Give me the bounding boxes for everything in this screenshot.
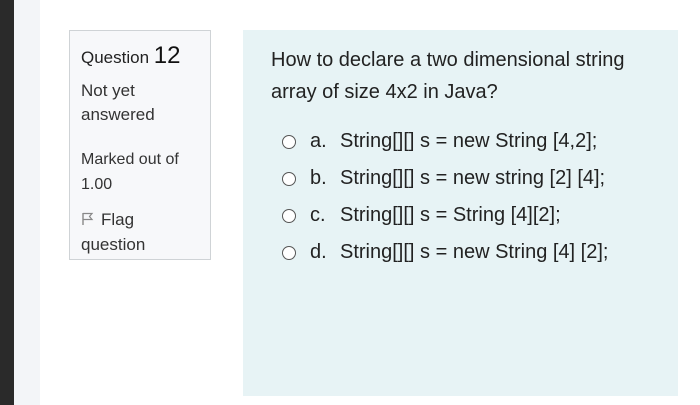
answer-list: a. String[][] s = new String [4,2]; b. S… <box>271 126 658 268</box>
question-text: How to declare a two dimensional string … <box>271 49 625 103</box>
answer-option-b[interactable]: b. String[][] s = new string [2] [4]; <box>271 163 658 194</box>
radio-button[interactable] <box>282 172 296 186</box>
answer-text: String[][] s = String [4][2]; <box>340 204 561 226</box>
answer-letter: a. <box>310 130 327 152</box>
flag-question-link[interactable]: Flag question <box>81 207 200 257</box>
answer-letter: b. <box>310 167 327 189</box>
answer-letter: d. <box>310 241 327 263</box>
radio-button[interactable] <box>282 246 296 260</box>
question-info-panel: Question 12 Not yet answered Marked out … <box>69 30 211 260</box>
answer-text: String[][] s = new String [4] [2]; <box>340 241 609 263</box>
radio-button[interactable] <box>282 209 296 223</box>
left-sidebar-strip <box>14 0 40 405</box>
answer-option-a[interactable]: a. String[][] s = new String [4,2]; <box>271 126 658 157</box>
answer-option-d[interactable]: d. String[][] s = new String [4] [2]; <box>271 237 658 268</box>
question-number: Question 12 <box>81 43 200 71</box>
left-sidebar-edge <box>0 0 14 405</box>
question-grade: Marked out of 1.00 <box>81 151 179 193</box>
question-number-value: 12 <box>153 42 181 69</box>
radio-button[interactable] <box>282 135 296 149</box>
answer-letter: c. <box>310 204 326 226</box>
flag-icon <box>82 212 94 225</box>
answer-option-c[interactable]: c. String[][] s = String [4][2]; <box>271 200 658 231</box>
question-state: Not yet answered <box>81 81 155 124</box>
question-content: How to declare a two dimensional string … <box>243 30 678 396</box>
question-label: Question <box>81 48 150 67</box>
answer-text: String[][] s = new string [2] [4]; <box>340 167 606 189</box>
answer-text: String[][] s = new String [4,2]; <box>340 130 598 152</box>
